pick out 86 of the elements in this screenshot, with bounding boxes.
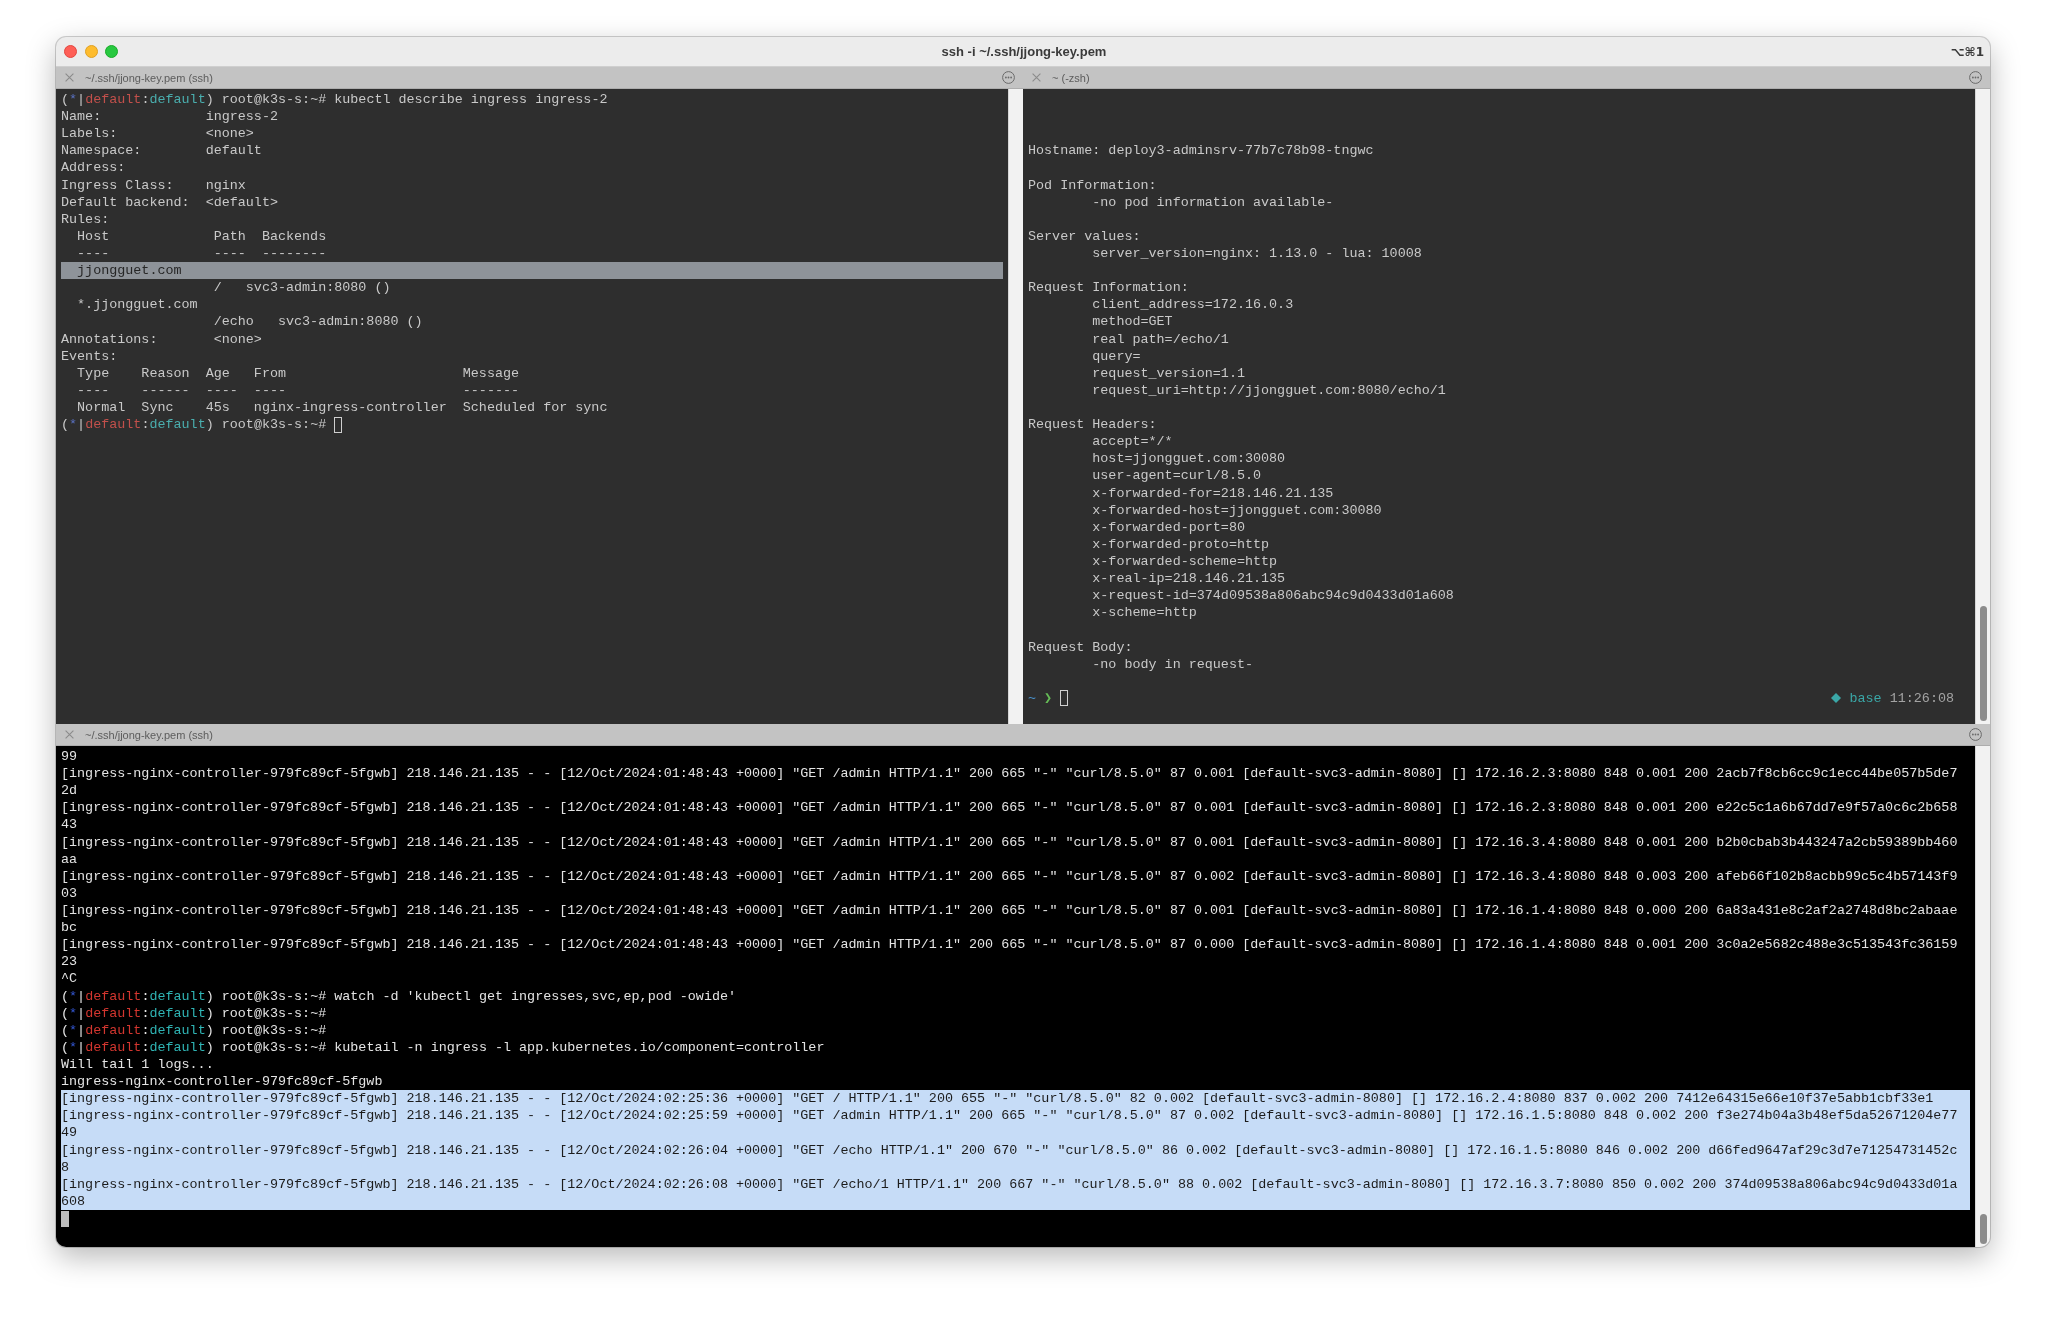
output-line: Events: — [61, 347, 118, 365]
zoom-button[interactable] — [105, 45, 118, 58]
diamond-icon — [1831, 693, 1842, 704]
output-line: Address: — [61, 159, 126, 177]
output-line: accept=*/* — [1092, 433, 1173, 451]
output-line: Request Body: — [1028, 638, 1133, 656]
output-line: x-forwarded-proto=http — [1092, 535, 1270, 553]
pane-title: ~ (-zsh) — [1052, 71, 1090, 84]
output-line: / svc3-admin:8080 () — [213, 279, 391, 297]
pane-title: ~/.ssh/jjong-key.pem (ssh) — [85, 71, 213, 84]
output-line: -no body in request- — [1092, 655, 1253, 673]
minimize-button[interactable] — [84, 45, 98, 58]
scrollbar-thumb[interactable] — [1979, 606, 1987, 721]
output-line: user-agent=curl/8.5.0 — [1092, 467, 1262, 485]
output-line: aa — [61, 850, 78, 868]
output-line: Ingress Class: nginx — [61, 176, 246, 194]
output-line: Labels: <none> — [61, 125, 254, 143]
output-line: [ingress-nginx-controller-979fc89cf-5fgwb] 218.146.21.135 - - [12/Oct/2024:01:48:43 +0000] "GET /admin HTTP/1.1" 200 665 "-" "curl/8.5.0" 87 0.001 [default-svc3-admin-8080] [] 172.16.2.3:8080 848 0.001 200 e22c5c1a6b67dd7e9f57a0c6c2b658 — [61, 799, 1958, 817]
prompt-line: (*|default:default) root@k3s-s:~# watch -d 'kubectl get ingresses,svc,ep,pod -owide' — [61, 987, 737, 1005]
output-line: bc — [61, 919, 78, 937]
output-line: Pod Information: — [1028, 176, 1157, 194]
output-line: x-scheme=http — [1092, 604, 1197, 622]
output-line: x-forwarded-scheme=http — [1092, 553, 1278, 571]
output-line: ---- ------ ---- ---- ------- — [77, 381, 520, 399]
output-line: method=GET — [1092, 313, 1173, 331]
output-line: -no pod information available- — [1092, 193, 1334, 211]
close-icon[interactable] — [65, 73, 74, 82]
output-line: [ingress-nginx-controller-979fc89cf-5fgwb] 218.146.21.135 - - [12/Oct/2024:01:48:43 +0000] "GET /admin HTTP/1.1" 200 665 "-" "curl/8.5.0" 87 0.001 [default-svc3-admin-8080] [] 172.16.3.4:8080 848 0.001 200 b2b0cbab3b443247a2cb59389bb460 — [61, 833, 1958, 851]
output-line: Namespace: default — [61, 142, 262, 160]
output-line: Rules: — [61, 210, 110, 228]
window-title: ssh -i ~/.ssh/jjong-key.pem — [941, 44, 1107, 59]
output-line: x-request-id=374d09538a806abc94c9d0433d01a608 — [1092, 587, 1454, 605]
output-line: x-forwarded-port=80 — [1092, 518, 1245, 536]
output-line: Name: ingress-2 — [61, 108, 278, 126]
output-line: Hostname: deploy3-adminsrv-77b7c78b98-tngwc — [1028, 142, 1374, 160]
output-line: [ingress-nginx-controller-979fc89cf-5fgwb] 218.146.21.135 - - [12/Oct/2024:01:48:43 +0000] "GET /admin HTTP/1.1" 200 665 "-" "curl/8.5.0" 87 0.002 [default-svc3-admin-8080] [] 172.16.3.4:8080 848 0.003 200 afeb66f102b8acbb99c5c4b57143f9 — [61, 867, 1958, 885]
shortcut-label: ⌥⌘1 — [1950, 44, 1984, 59]
output-line: Annotations: <none> — [61, 330, 262, 348]
output-line: x-real-ip=218.146.21.135 — [1092, 570, 1286, 588]
env-label: base — [1849, 689, 1882, 707]
output-line: [ingress-nginx-controller-979fc89cf-5fgwb] 218.146.21.135 - - [12/Oct/2024:01:48:43 +0000] "GET /admin HTTP/1.1" 200 665 "-" "curl/8.5.0" 87 0.000 [default-svc3-admin-8080] [] 172.16.1.4:8080 848 0.001 200 3c0a2e5682c488e3c513543fc36159 — [61, 936, 1958, 954]
output-line: server_version=nginx: 1.13.0 - lua: 10008 — [1092, 245, 1422, 263]
output-line: Request Headers: — [1028, 416, 1157, 434]
output-line: *.jjongguet.com — [77, 296, 198, 314]
pane-title: ~/.ssh/jjong-key.pem (ssh) — [85, 728, 213, 741]
output-line: x-forwarded-for=218.146.21.135 — [1092, 484, 1334, 502]
close-button[interactable] — [64, 45, 77, 58]
output-line: 03 — [61, 884, 78, 902]
output-line: request_uri=http://jjongguet.com:8080/echo/1 — [1092, 381, 1446, 399]
output-line: [ingress-nginx-controller-979fc89cf-5fgwb] 218.146.21.135 - - [12/Oct/2024:01:48:43 +0000] "GET /admin HTTP/1.1" 200 665 "-" "curl/8.5.0" 87 0.001 [default-svc3-admin-8080] [] 172.16.2.3:8080 848 0.001 200 2acb7f8cb6cc9c1ecc44be057b5de7 — [61, 765, 1958, 783]
scrollbar-thumb[interactable] — [1979, 1214, 1987, 1244]
output-line: ingress-nginx-controller-979fc89cf-5fgwb — [61, 1073, 383, 1091]
output-line: Will tail 1 logs... — [61, 1055, 214, 1074]
output-line: [ingress-nginx-controller-979fc89cf-5fgwb] 218.146.21.135 - - [12/Oct/2024:01:48:43 +0000] "GET /admin HTTP/1.1" 200 665 "-" "curl/8.5.0" 87 0.001 [default-svc3-admin-8080] [] 172.16.1.4:8080 848 0.000 200 6a83a431e8c2af2a2748d8bc2abaae — [61, 902, 1958, 920]
output-line: Type Reason Age From Message — [77, 364, 520, 382]
more-options-icon[interactable] — [1002, 71, 1015, 84]
output-line: ---- ---- -------- — [77, 245, 327, 263]
cursor-icon — [61, 1210, 69, 1227]
output-line: Default backend: <default> — [61, 193, 278, 211]
output-line: 2d — [61, 782, 78, 800]
more-options-icon[interactable] — [1969, 728, 1982, 741]
output-line: x-forwarded-host=jjongguet.com:30080 — [1092, 501, 1382, 519]
prompt-line: ~ ❯ — [1028, 689, 1053, 708]
output-line: Server values: — [1028, 227, 1141, 246]
output-line: /echo svc3-admin:8080 () — [213, 313, 423, 331]
output-line: 43 — [61, 816, 78, 834]
close-icon[interactable] — [65, 730, 74, 739]
output-line: Host Path Backends — [77, 227, 327, 245]
output-line: 23 — [61, 953, 78, 971]
output-line: client_address=172.16.0.3 — [1092, 296, 1294, 314]
output-line: request_version=1.1 — [1092, 364, 1245, 382]
output-line: host=jjongguet.com:30080 — [1092, 450, 1286, 468]
output-line: Request Information: — [1028, 279, 1189, 297]
prompt-line: (*|default:default) root@k3s-s:~# kubetail -n ingress -l app.kubernetes.io/component=controller — [61, 1038, 825, 1056]
output-line: ^C — [61, 970, 78, 988]
more-options-icon[interactable] — [1969, 71, 1982, 84]
prompt-line: (*|default:default) root@k3s-s:~# kubectl describe ingress ingress-2 — [61, 91, 608, 109]
output-line: 99 — [61, 748, 78, 766]
prompt-line: (*|default:default) root@k3s-s:~# — [61, 416, 327, 434]
output-line: real path=/echo/1 — [1092, 330, 1229, 348]
close-icon[interactable] — [1032, 73, 1041, 82]
output-line: Normal Sync 45s nginx-ingress-controller Scheduled for sync — [77, 398, 608, 417]
prompt-line: (*|default:default) root@k3s-s:~# — [61, 1021, 327, 1039]
output-line: query= — [1092, 347, 1141, 365]
prompt-line: (*|default:default) root@k3s-s:~# — [61, 1004, 327, 1022]
time-label: 11:26:08 — [1889, 689, 1954, 707]
